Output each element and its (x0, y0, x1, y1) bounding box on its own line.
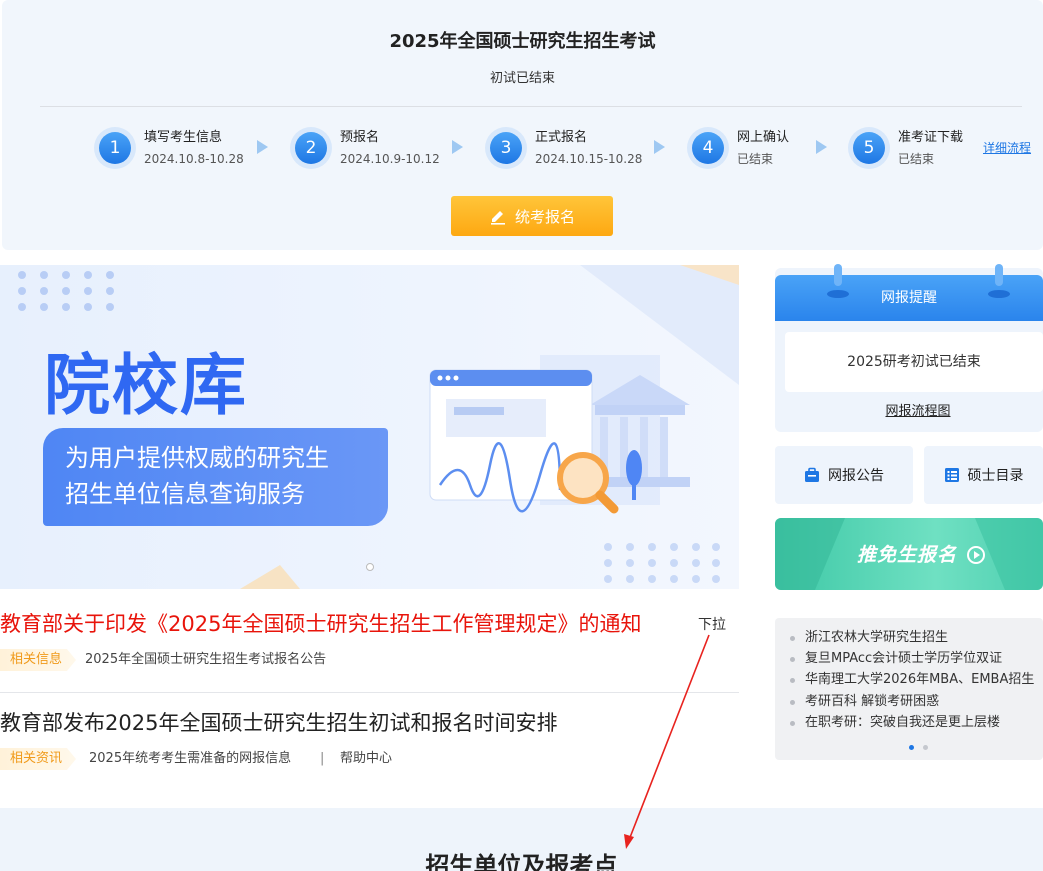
list-item[interactable]: 浙江农林大学研究生招生 (789, 629, 948, 647)
banner-title: 院校库 (44, 347, 248, 424)
step-date: 2024.10.9-10.12 (340, 151, 440, 166)
calendar-ring-base (988, 290, 1010, 298)
side-links-box: 浙江农林大学研究生招生 复旦MPAcc会计硕士学历学位双证 华南理工大学2026… (775, 618, 1043, 760)
section-title: 招生单位及报考点 (425, 852, 618, 871)
annotation-label: 下拉 (698, 617, 726, 633)
step-arrow-icon (654, 140, 665, 154)
divider (40, 106, 1022, 107)
bag-icon (805, 467, 819, 482)
banner-description: 为用户提供权威的研究生 招生单位信息查询服务 (43, 428, 388, 526)
divider (0, 692, 739, 693)
step-arrow-icon (257, 140, 268, 154)
news-headline-1[interactable]: 教育部关于印发《2025年全国硕士研究生招生工作管理规定》的通知 (0, 610, 641, 638)
calendar-ring-base (827, 290, 849, 298)
reminder-card: 网报提醒 2025研考初试已结束 网报流程图 (775, 264, 1043, 432)
step-name: 准考证下载 (898, 129, 964, 145)
play-arrow-icon (967, 546, 985, 564)
step-date: 2024.10.15-10.28 (535, 151, 643, 166)
step-number-badge: 2 (290, 127, 332, 169)
detail-process-link[interactable]: 详细流程 (983, 139, 1031, 156)
banner-line-2: 招生单位信息查询服务 (65, 480, 305, 508)
list-item[interactable]: 华南理工大学2026年MBA、EMBA招生 (789, 671, 1034, 689)
exam-status: 初试已结束 (489, 71, 555, 86)
step-date: 已结束 (737, 151, 774, 166)
calendar-ring-icon (995, 264, 1003, 286)
link-separator: | (320, 751, 325, 766)
exam-title: 2025年全国硕士研究生招生考试 (389, 31, 656, 52)
step-name: 预报名 (340, 129, 380, 145)
step-pre-register: 2 预报名 2024.10.9-10.12 (290, 124, 440, 172)
step-name: 填写考生信息 (144, 129, 223, 145)
list-item[interactable]: 在职考研：突破自我还是更上层楼 (789, 714, 1000, 732)
step-formal-register: 3 正式报名 2024.10.15-10.28 (485, 124, 642, 172)
step-fill-info: 1 填写考生信息 2024.10.8-10.28 (94, 124, 244, 172)
news-sublink[interactable]: 2025年统考考生需准备的网报信息 (89, 748, 291, 770)
pagination-dot-active[interactable] (909, 745, 914, 750)
help-center-link[interactable]: 帮助中心 (340, 748, 392, 770)
step-number-badge: 3 (485, 127, 527, 169)
exam-panel: 2025年全国硕士研究生招生考试 初试已结束 1 填写考生信息 2024.10.… (2, 0, 1043, 250)
register-button-label: 统考报名 (514, 207, 575, 226)
carousel-dot[interactable] (366, 563, 374, 571)
recommended-student-banner[interactable]: 推免生报名 (775, 518, 1043, 590)
step-name: 正式报名 (535, 129, 588, 145)
step-arrow-icon (452, 140, 463, 154)
step-number-badge: 5 (848, 127, 890, 169)
news-tag: 相关资讯 (0, 748, 77, 770)
list-item[interactable]: 复旦MPAcc会计硕士学历学位双证 (789, 650, 1002, 668)
list-item[interactable]: 考研百科 解锁考研困惑 (789, 693, 939, 711)
announcement-label: 网报公告 (828, 468, 884, 484)
register-button[interactable]: 统考报名 (451, 196, 613, 236)
step-arrow-icon (816, 140, 827, 154)
news-headline-2[interactable]: 教育部发布2025年全国硕士研究生招生初试和报名时间安排 (0, 709, 557, 737)
pagination-dot[interactable] (923, 745, 928, 750)
step-number-badge: 1 (94, 127, 136, 169)
recommended-student-label: 推免生报名 (857, 544, 958, 566)
news-sublink[interactable]: 2025年全国硕士研究生招生考试报名公告 (85, 649, 326, 671)
reminder-message: 2025研考初试已结束 (785, 332, 1043, 392)
catalog-button[interactable]: 硕士目录 (924, 446, 1043, 504)
step-admission-ticket: 5 准考证下载 已结束 (848, 124, 963, 172)
step-name: 网上确认 (737, 129, 790, 145)
step-online-confirm: 4 网上确认 已结束 (687, 124, 789, 172)
step-date: 已结束 (898, 151, 935, 166)
list-icon (944, 468, 959, 482)
news-tag: 相关信息 (0, 649, 77, 671)
process-chart-link[interactable]: 网报流程图 (775, 400, 1043, 419)
step-number-badge: 4 (687, 127, 729, 169)
step-date: 2024.10.8-10.28 (144, 151, 244, 166)
pencil-icon (490, 211, 505, 225)
banner-line-1: 为用户提供权威的研究生 (65, 444, 329, 472)
announcement-button[interactable]: 网报公告 (775, 446, 913, 504)
catalog-label: 硕士目录 (967, 468, 1024, 484)
calendar-ring-icon (834, 264, 842, 286)
